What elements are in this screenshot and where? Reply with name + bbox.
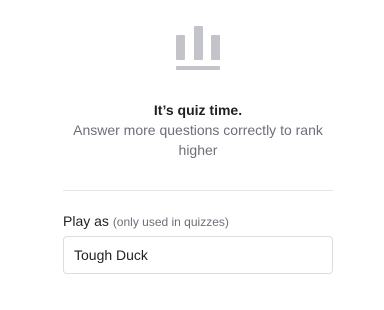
play-as-label: Play as (only used in quizzes) [63,212,229,231]
leaderboard-bars-icon [176,26,220,72]
play-as-label-text: Play as [63,213,109,229]
quiz-time-heading: It’s quiz time. [153,102,243,118]
play-as-hint: (only used in quizzes) [112,215,229,229]
quiz-leaderboard-panel: It’s quiz time. Answer more questions co… [0,0,384,310]
rank-instructions-text: Answer more questions correctly to rank … [73,122,323,158]
section-divider [63,190,333,191]
player-name-input[interactable] [63,236,333,274]
